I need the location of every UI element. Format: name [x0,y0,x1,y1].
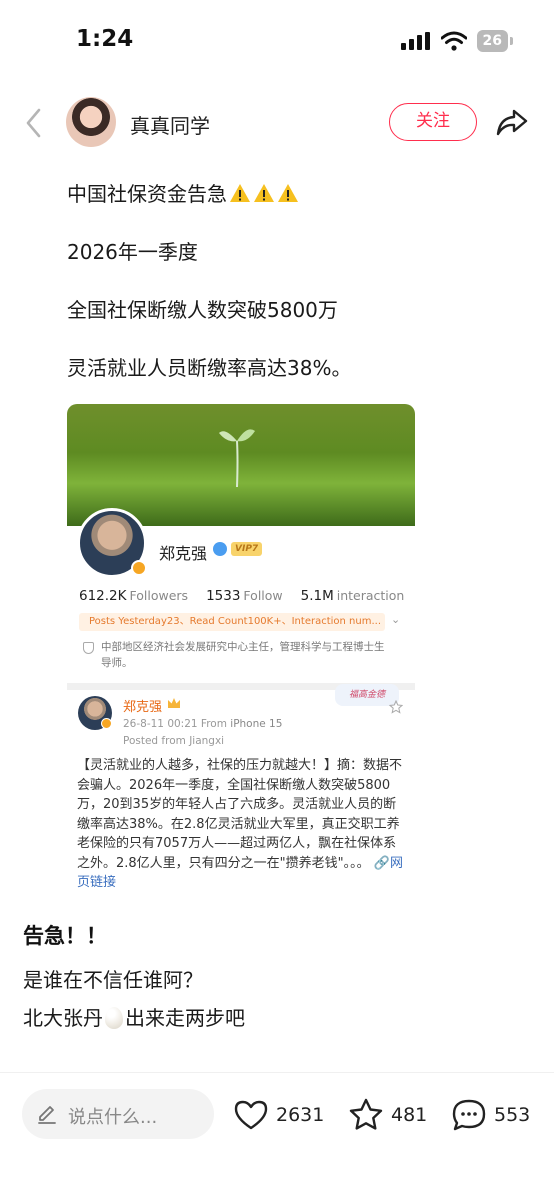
comment-placeholder: 说点什么... [68,1107,158,1128]
post-device: iPhone 15 [230,718,283,730]
comment-bubble-icon [452,1099,486,1131]
post-line-2: 2026年一季度 [67,240,198,264]
favorite-count: 481 [391,1104,428,1126]
author-avatar[interactable] [66,97,116,147]
profile-bio: 中部地区经济社会发展研究中心主任，管理科学与工程博士生导师。 [101,641,385,669]
verified-badge-icon [101,718,112,729]
crown-icon [168,698,180,708]
posted-from: Posted from Jiangxi [123,735,225,747]
post-line-3: 全国社保断缴人数突破5800万 [67,298,338,322]
profile-name: 郑克强 [159,544,208,563]
post-line-1-text: 中国社保资金告急 [67,182,227,206]
sprout-image [219,429,255,488]
vip-badge: VIP7 [231,542,263,556]
tail-line-1: 是谁在不信任谁阿？ [23,968,203,992]
status-icons: 26 [400,30,514,52]
interaction-label: interaction [336,588,405,603]
warning-icon [230,184,250,202]
status-time: 1:24 [76,26,134,52]
comment-button[interactable]: 553 [450,1095,530,1135]
author-name[interactable]: 真真同学 [130,110,210,139]
pencil-icon [38,1106,56,1124]
tail-title: 告急！！ [23,924,107,948]
back-icon[interactable] [20,106,48,140]
comment-input[interactable]: 说点什么... [22,1089,214,1139]
heart-icon [234,1100,268,1130]
follow-label: Follow [243,588,283,603]
post-timestamp: 26-8-11 00:21 From iPhone 15 [123,718,282,730]
verified-check-icon [213,542,227,556]
egg-icon [105,1007,123,1029]
battery-indicator: 26 [476,30,514,52]
follow-value: 1533 [206,588,241,604]
follow-button[interactable]: 关注 [389,103,477,141]
comment-count: 553 [494,1104,531,1126]
profile-banner [67,404,415,526]
signal-icon [400,32,430,50]
shield-icon [83,642,94,654]
verified-badge-icon [131,560,147,576]
favorite-button[interactable]: 481 [347,1095,427,1135]
like-button[interactable]: 2631 [232,1095,324,1135]
post-image[interactable]: 郑克强 VIP7 612.2K Followers 1533 Follow 5.1M… [67,404,415,900]
followers-label: Followers [129,588,189,603]
post-line-4: 灵活就业人员断缴率高达38%。 [67,356,352,380]
post-device-prefix: From [200,718,227,730]
star-icon [349,1098,383,1130]
profile-stats: 612.2K Followers 1533 Follow 5.1M interacti… [79,588,404,604]
status-bar: 1:24 26 [0,0,554,80]
warning-icon [254,184,274,202]
stats-pill: Posts Yesterday23、Read Count100K+、Intera… [79,613,385,631]
followers-value: 612.2K [79,588,127,604]
star-icon [389,700,403,714]
embedded-post-text: 【灵活就业的人越多，社保的压力就越大！】摘：数据不会骗人。2026年一季度，全国… [77,756,407,893]
post-line-1: 中国社保资金告急 [67,178,299,207]
tail-line-2-after: 出来走两步吧 [125,1006,245,1030]
post-header: 真真同学 关注 [0,94,554,154]
warning-icon [278,184,298,202]
tail-line-2: 北大张丹 出来走两步吧 [23,1002,245,1031]
embedded-post-body: 【灵活就业的人越多，社保的压力就越大！】摘：数据不会骗人。2026年一季度，全国… [77,758,403,871]
wifi-icon [440,31,467,51]
interaction-value: 5.1M [300,588,334,604]
post-time: 26-8-11 00:21 [123,718,198,730]
share-icon[interactable] [495,106,529,138]
chevron-down-icon: ⌄ [391,613,401,626]
post-author-name: 郑克强 [123,700,163,715]
bottom-action-bar: 说点什么... 2631 481 553 [0,1072,554,1200]
like-count: 2631 [276,1104,325,1126]
tail-line-2-before: 北大张丹 [23,1006,103,1030]
